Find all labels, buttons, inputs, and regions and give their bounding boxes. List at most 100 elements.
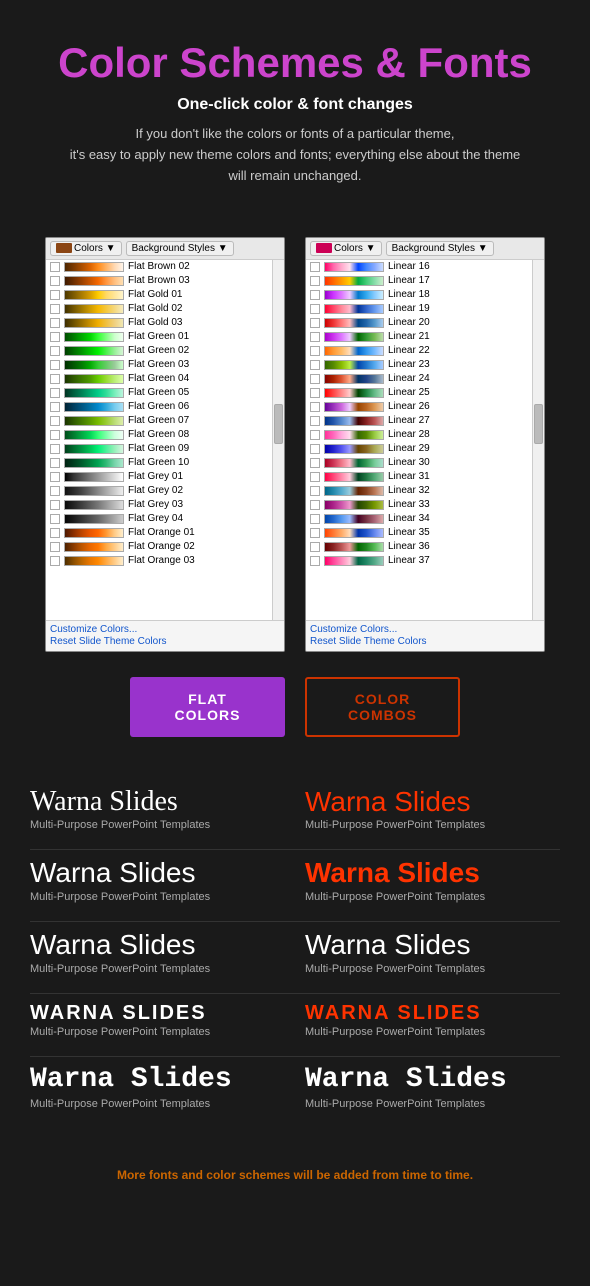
left-scrollbar-thumb[interactable]: [274, 404, 283, 444]
item-checkbox[interactable]: [310, 486, 320, 496]
item-checkbox[interactable]: [310, 360, 320, 370]
left-customize-link[interactable]: Customize Colors...: [50, 624, 280, 635]
list-item[interactable]: Flat Gold 02: [46, 302, 272, 316]
list-item[interactable]: Flat Green 01: [46, 330, 272, 344]
list-item[interactable]: Flat Grey 02: [46, 484, 272, 498]
item-checkbox[interactable]: [310, 262, 320, 272]
list-item[interactable]: Linear 36: [306, 540, 532, 554]
list-item[interactable]: Flat Orange 03: [46, 554, 272, 568]
right-reset-link[interactable]: Reset Slide Theme Colors: [310, 636, 540, 647]
list-item[interactable]: Flat Orange 01: [46, 526, 272, 540]
item-checkbox[interactable]: [310, 542, 320, 552]
list-item[interactable]: Flat Orange 02: [46, 540, 272, 554]
item-checkbox[interactable]: [50, 304, 60, 314]
item-checkbox[interactable]: [50, 346, 60, 356]
item-checkbox[interactable]: [310, 416, 320, 426]
item-checkbox[interactable]: [310, 430, 320, 440]
item-checkbox[interactable]: [310, 444, 320, 454]
list-item[interactable]: Linear 37: [306, 554, 532, 568]
list-item[interactable]: Linear 34: [306, 512, 532, 526]
list-item[interactable]: Flat Green 04: [46, 372, 272, 386]
list-item[interactable]: Linear 19: [306, 302, 532, 316]
item-checkbox[interactable]: [50, 430, 60, 440]
list-item[interactable]: Flat Green 10: [46, 456, 272, 470]
item-checkbox[interactable]: [310, 402, 320, 412]
item-checkbox[interactable]: [50, 290, 60, 300]
list-item[interactable]: Flat Brown 02: [46, 260, 272, 274]
item-checkbox[interactable]: [310, 472, 320, 482]
right-bg-button[interactable]: Background Styles ▼: [386, 241, 494, 256]
list-item[interactable]: Flat Grey 01: [46, 470, 272, 484]
list-item[interactable]: Linear 33: [306, 498, 532, 512]
list-item[interactable]: Flat Gold 03: [46, 316, 272, 330]
item-checkbox[interactable]: [310, 556, 320, 566]
item-checkbox[interactable]: [50, 542, 60, 552]
list-item[interactable]: Linear 23: [306, 358, 532, 372]
item-checkbox[interactable]: [310, 514, 320, 524]
list-item[interactable]: Linear 27: [306, 414, 532, 428]
list-item[interactable]: Flat Green 09: [46, 442, 272, 456]
list-item[interactable]: Flat Grey 04: [46, 512, 272, 526]
list-item[interactable]: Linear 25: [306, 386, 532, 400]
left-colors-button[interactable]: Colors ▼: [50, 241, 122, 256]
list-item[interactable]: Linear 30: [306, 456, 532, 470]
item-checkbox[interactable]: [50, 514, 60, 524]
right-scrollbar-thumb[interactable]: [534, 404, 543, 444]
item-checkbox[interactable]: [50, 486, 60, 496]
list-item[interactable]: Linear 35: [306, 526, 532, 540]
item-checkbox[interactable]: [50, 262, 60, 272]
item-checkbox[interactable]: [50, 374, 60, 384]
list-item[interactable]: Flat Green 03: [46, 358, 272, 372]
item-checkbox[interactable]: [310, 374, 320, 384]
list-item[interactable]: Flat Green 05: [46, 386, 272, 400]
list-item[interactable]: Flat Grey 03: [46, 498, 272, 512]
list-item[interactable]: Flat Gold 01: [46, 288, 272, 302]
list-item[interactable]: Linear 18: [306, 288, 532, 302]
left-reset-link[interactable]: Reset Slide Theme Colors: [50, 636, 280, 647]
list-item[interactable]: Flat Green 07: [46, 414, 272, 428]
list-item[interactable]: Linear 16: [306, 260, 532, 274]
item-checkbox[interactable]: [310, 500, 320, 510]
list-item[interactable]: Linear 24: [306, 372, 532, 386]
left-bg-button[interactable]: Background Styles ▼: [126, 241, 234, 256]
list-item[interactable]: Linear 26: [306, 400, 532, 414]
item-checkbox[interactable]: [310, 528, 320, 538]
list-item[interactable]: Linear 21: [306, 330, 532, 344]
item-checkbox[interactable]: [310, 388, 320, 398]
item-checkbox[interactable]: [50, 528, 60, 538]
item-checkbox[interactable]: [50, 276, 60, 286]
color-combos-button[interactable]: COLOR COMBOS: [305, 677, 460, 737]
list-item[interactable]: Flat Green 02: [46, 344, 272, 358]
list-item[interactable]: Flat Green 08: [46, 428, 272, 442]
list-item[interactable]: Linear 29: [306, 442, 532, 456]
item-checkbox[interactable]: [50, 500, 60, 510]
item-checkbox[interactable]: [50, 458, 60, 468]
right-customize-link[interactable]: Customize Colors...: [310, 624, 540, 635]
left-scrollbar[interactable]: [272, 260, 284, 620]
flat-colors-button[interactable]: FLAT COLORS: [130, 677, 285, 737]
item-checkbox[interactable]: [50, 318, 60, 328]
item-checkbox[interactable]: [50, 472, 60, 482]
item-checkbox[interactable]: [310, 276, 320, 286]
item-checkbox[interactable]: [50, 416, 60, 426]
item-checkbox[interactable]: [310, 332, 320, 342]
item-checkbox[interactable]: [310, 304, 320, 314]
list-item[interactable]: Linear 20: [306, 316, 532, 330]
list-item[interactable]: Linear 22: [306, 344, 532, 358]
item-checkbox[interactable]: [310, 318, 320, 328]
list-item[interactable]: Linear 28: [306, 428, 532, 442]
item-checkbox[interactable]: [50, 360, 60, 370]
item-checkbox[interactable]: [310, 346, 320, 356]
list-item[interactable]: Linear 32: [306, 484, 532, 498]
item-checkbox[interactable]: [50, 402, 60, 412]
list-item[interactable]: Linear 17: [306, 274, 532, 288]
item-checkbox[interactable]: [50, 388, 60, 398]
right-colors-button[interactable]: Colors ▼: [310, 241, 382, 256]
right-scrollbar[interactable]: [532, 260, 544, 620]
item-checkbox[interactable]: [50, 332, 60, 342]
item-checkbox[interactable]: [310, 290, 320, 300]
list-item[interactable]: Linear 31: [306, 470, 532, 484]
item-checkbox[interactable]: [310, 458, 320, 468]
list-item[interactable]: Flat Green 06: [46, 400, 272, 414]
item-checkbox[interactable]: [50, 444, 60, 454]
